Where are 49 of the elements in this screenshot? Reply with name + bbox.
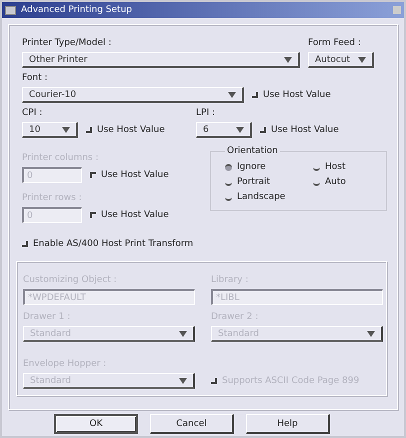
radio-label: Auto xyxy=(325,177,346,187)
dropdown-arrow-icon xyxy=(179,378,187,384)
checkbox[interactable] xyxy=(260,127,266,133)
checkbox-label: Use Host Value xyxy=(101,210,169,220)
checkbox[interactable] xyxy=(86,127,92,133)
radio-label: Landscape xyxy=(237,192,286,202)
checkbox-label: Use Host Value xyxy=(101,170,169,180)
dropdown-value: Autocut xyxy=(315,54,350,64)
dropdown-value: 6 xyxy=(203,124,209,134)
field-value: 0 xyxy=(27,170,33,180)
dropdown-arrow-icon xyxy=(236,126,244,132)
field-label: LPI : xyxy=(196,107,216,119)
field-label: Printer Type/Model : xyxy=(22,37,112,49)
dropdown-value: Other Printer xyxy=(29,54,88,64)
checkbox-label: Use Host Value xyxy=(263,90,331,100)
printer-type-dropdown[interactable]: Other Printer xyxy=(22,52,300,68)
lpi-dropdown[interactable]: 6 xyxy=(196,122,252,138)
dialog-button[interactable]: Help xyxy=(246,414,330,434)
group-label: Orientation xyxy=(226,146,279,156)
dropdown-value: Courier-10 xyxy=(29,90,76,100)
dialog-button[interactable]: Cancel xyxy=(150,414,234,434)
dropdown-arrow-icon xyxy=(179,330,187,336)
dropdown-arrow-icon xyxy=(358,56,366,62)
dropdown-arrow-icon xyxy=(284,56,292,62)
dialog-button[interactable]: OK xyxy=(54,414,138,434)
checkbox[interactable] xyxy=(252,92,258,98)
dropdown-arrow-icon xyxy=(62,126,70,132)
font-dropdown[interactable]: Courier-10 xyxy=(22,87,244,103)
checkbox-label: Enable AS/400 Host Print Transform xyxy=(33,239,194,249)
radio-button[interactable] xyxy=(225,164,232,170)
checkbox-label: Use Host Value xyxy=(271,125,339,135)
field-value: *WPDEFAULT xyxy=(28,292,86,302)
field-label: CPI : xyxy=(22,107,44,119)
form-feed-dropdown[interactable]: Autocut xyxy=(308,52,374,68)
window-title: Advanced Printing Setup xyxy=(21,5,133,15)
dropdown-arrow-icon xyxy=(367,330,375,336)
cpi-dropdown[interactable]: 10 xyxy=(22,122,78,138)
dropdown-arrow-icon xyxy=(228,92,236,98)
radio-label: Host xyxy=(325,162,346,172)
field-value: *LIBL xyxy=(216,292,240,302)
field-value: 0 xyxy=(27,210,33,220)
window-menu-icon[interactable] xyxy=(5,6,16,14)
radio-label: Ignore xyxy=(237,162,266,172)
checkbox[interactable] xyxy=(22,241,28,247)
field-label: Form Feed : xyxy=(308,37,362,49)
checkbox-label: Use Host Value xyxy=(97,125,165,135)
radio-label: Portrait xyxy=(237,177,270,187)
dropdown-value: 10 xyxy=(29,124,40,134)
field-label: Font : xyxy=(22,72,48,84)
